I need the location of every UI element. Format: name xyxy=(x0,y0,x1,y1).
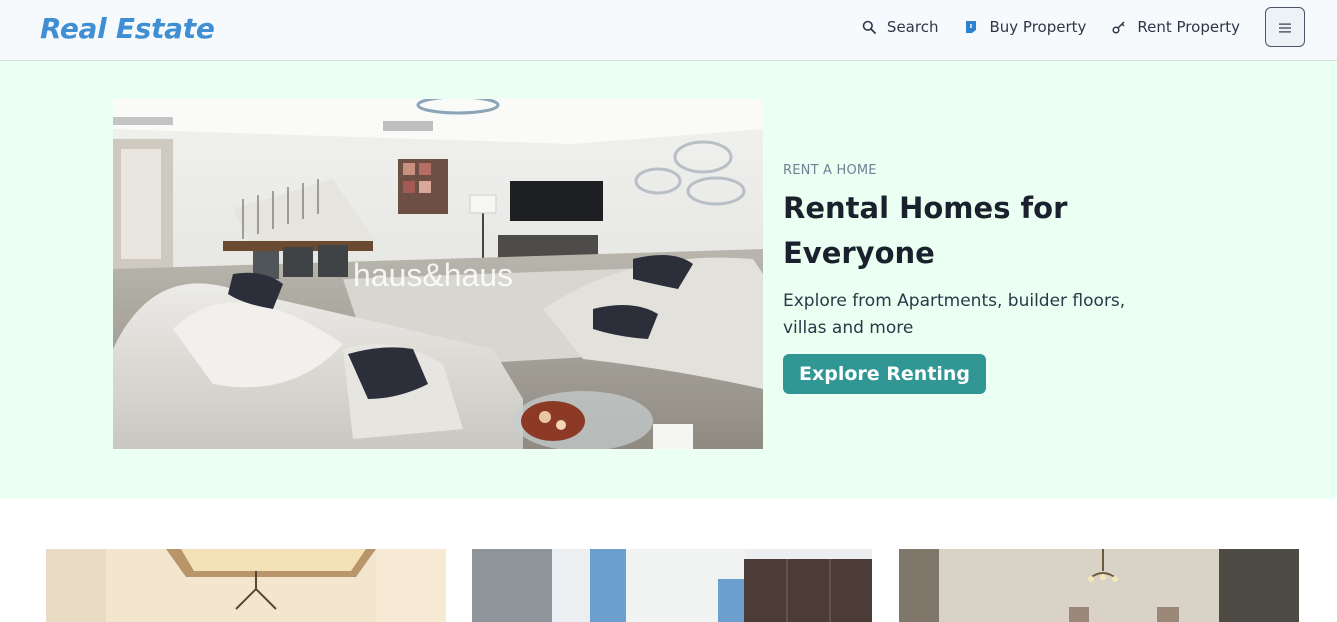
image-watermark: haus&haus xyxy=(353,257,513,293)
hero-eyebrow: RENT A HOME xyxy=(783,163,877,178)
listing-card-image[interactable] xyxy=(46,549,446,622)
logo[interactable]: Real Estate xyxy=(40,12,215,45)
hero-text: RENT A HOME Rental Homes for Everyone Ex… xyxy=(783,163,1163,394)
listing-card-image[interactable] xyxy=(472,549,872,622)
key-icon xyxy=(1111,19,1127,35)
nav-search-link[interactable]: Search xyxy=(861,18,939,36)
nav-buy-label: Buy Property xyxy=(989,18,1087,36)
hamburger-icon xyxy=(1279,18,1291,37)
nav-search-label: Search xyxy=(886,18,939,36)
hero-description: Explore from Apartments, builder floors,… xyxy=(783,291,1126,338)
hero-section: haus&haus RENT A HOME Rental Homes for E… xyxy=(0,61,1337,499)
nav-rent-link[interactable]: Rent Property xyxy=(1111,18,1240,36)
menu-button[interactable] xyxy=(1265,7,1305,47)
navbar: Real Estate Search Buy Property Rent Pro… xyxy=(0,0,1337,61)
nav-buy-link[interactable]: Buy Property xyxy=(963,18,1086,36)
search-icon xyxy=(861,19,877,35)
nav-links: Search Buy Property Rent Property xyxy=(861,7,1305,47)
hero-title: Rental Homes for Everyone xyxy=(783,191,1068,270)
tag-icon xyxy=(963,19,979,35)
hero-image: haus&haus xyxy=(113,99,763,449)
listing-card-image[interactable] xyxy=(899,549,1299,622)
explore-renting-button[interactable]: Explore Renting xyxy=(783,354,987,394)
nav-rent-label: Rent Property xyxy=(1137,18,1240,36)
